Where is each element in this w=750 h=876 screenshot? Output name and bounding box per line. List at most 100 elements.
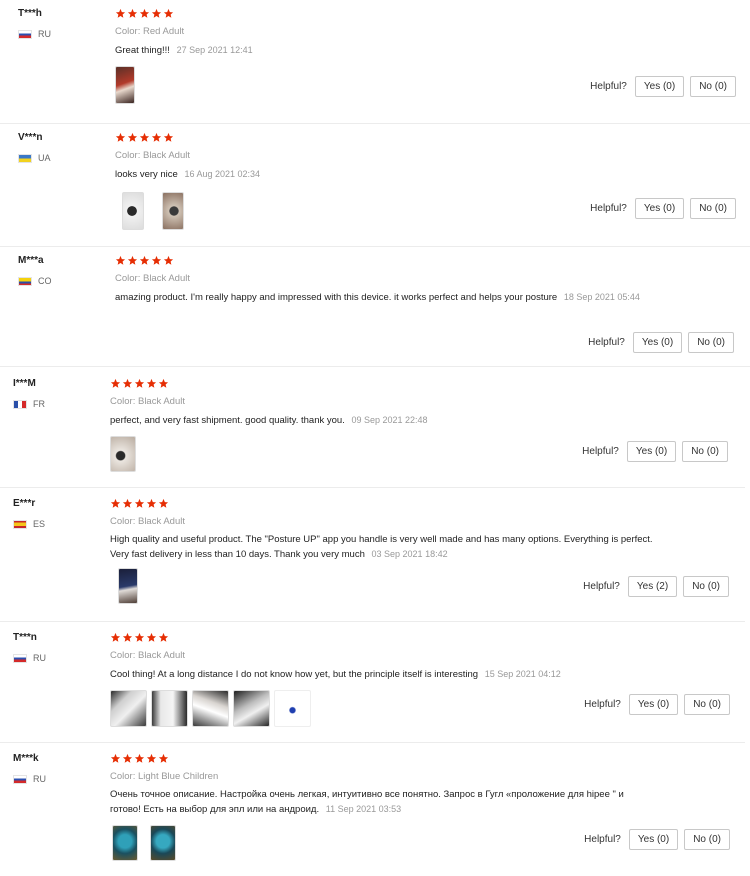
reviewer-country: ES (13, 519, 103, 529)
helpful-label: Helpful? (590, 203, 627, 214)
review-date: 03 Sep 2021 18:42 (371, 549, 448, 559)
country-code: FR (33, 399, 45, 409)
star-icon (163, 255, 174, 266)
helpful-no-button[interactable]: No (0) (690, 198, 736, 219)
star-icon (146, 378, 157, 389)
reviewer-country: CO (18, 276, 108, 286)
review-text: looks very nice (115, 169, 178, 180)
star-icon (134, 753, 145, 764)
star-icon (122, 378, 133, 389)
review-text: amazing product. I'm really happy and im… (115, 292, 558, 303)
star-icon (134, 498, 145, 509)
ukraine-flag-icon (18, 153, 32, 163)
helpful-no-button[interactable]: No (0) (684, 694, 730, 715)
review-text: Cool thing! At a long distance I do not … (110, 669, 479, 680)
reviewer-info: T***h RU (18, 8, 108, 39)
helpful-label: Helpful? (584, 834, 621, 845)
review-photo[interactable] (162, 192, 184, 230)
country-code: RU (33, 653, 46, 663)
reviewer-country: RU (13, 774, 103, 784)
star-icon (158, 498, 169, 509)
review-date: 18 Sep 2021 05:44 (563, 292, 640, 302)
star-icon (127, 255, 138, 266)
review-date: 27 Sep 2021 12:41 (176, 45, 253, 55)
review-photo[interactable] (110, 690, 147, 727)
country-code: RU (33, 774, 46, 784)
review-text-line: Cool thing! At a long distance I do not … (110, 667, 645, 682)
helpful-yes-button[interactable]: Yes (0) (632, 332, 683, 353)
review-text: Great thing!!! (115, 45, 170, 56)
review-photo[interactable] (112, 825, 138, 861)
review-photo[interactable] (118, 568, 138, 604)
review-photos (112, 825, 645, 861)
star-icon (110, 498, 121, 509)
reviewer-name: M***a (18, 255, 44, 266)
reviewer-name: V***n (18, 132, 43, 143)
review-photo[interactable] (115, 66, 135, 104)
reviewer-info: V***n UA (18, 132, 108, 163)
reviewer-country: UA (18, 153, 108, 163)
product-color: Color: Black Adult (115, 150, 190, 161)
star-icon (127, 132, 138, 143)
review-photo[interactable] (233, 690, 270, 727)
colombia-flag-icon (18, 276, 32, 286)
review-date: 09 Sep 2021 22:48 (351, 415, 428, 425)
helpful-vote: Helpful? Yes (0) No (0) (584, 829, 730, 850)
review-photo[interactable] (150, 825, 176, 861)
star-rating (115, 132, 650, 144)
star-icon (122, 498, 133, 509)
star-icon (151, 8, 162, 19)
star-icon (139, 255, 150, 266)
review-text-line: perfect, and very fast shipment. good qu… (110, 413, 645, 428)
helpful-vote: Helpful? Yes (0) No (0) (582, 441, 728, 462)
star-icon (139, 132, 150, 143)
star-icon (151, 132, 162, 143)
helpful-yes-button[interactable]: Yes (0) (628, 829, 679, 850)
product-color: Color: Black Adult (110, 396, 185, 407)
helpful-no-button[interactable]: No (0) (684, 829, 730, 850)
review-photo[interactable] (151, 690, 188, 727)
spain-flag-icon (13, 519, 27, 529)
helpful-vote: Helpful? Yes (0) No (0) (588, 332, 734, 353)
helpful-no-button[interactable]: No (0) (688, 332, 734, 353)
review-photo[interactable] (274, 690, 311, 727)
helpful-yes-button[interactable]: Yes (2) (627, 576, 678, 597)
helpful-yes-button[interactable]: Yes (0) (634, 76, 685, 97)
review-body: Color: Black Adult looks very nice 16 Au… (115, 132, 650, 230)
product-color: Color: Black Adult (110, 650, 185, 661)
review-body: Color: Black Adult Cool thing! At a long… (110, 632, 645, 727)
helpful-no-button[interactable]: No (0) (682, 441, 728, 462)
star-icon (127, 8, 138, 19)
star-icon (158, 753, 169, 764)
star-icon (134, 632, 145, 643)
country-code: RU (38, 29, 51, 39)
review-photo[interactable] (192, 690, 229, 727)
helpful-yes-button[interactable]: Yes (0) (634, 198, 685, 219)
france-flag-icon (13, 399, 27, 409)
review-text: perfect, and very fast shipment. good qu… (110, 415, 345, 426)
star-icon (110, 753, 121, 764)
reviewer-country: FR (13, 399, 103, 409)
reviewer-info: M***a CO (18, 255, 108, 286)
helpful-no-button[interactable]: No (0) (683, 576, 729, 597)
country-code: UA (38, 153, 51, 163)
helpful-yes-button[interactable]: Yes (0) (626, 441, 677, 462)
star-icon (151, 255, 162, 266)
product-color: Color: Black Adult (110, 516, 185, 527)
review-item: E***r ES Color: Black Adult High quality… (0, 490, 745, 622)
helpful-yes-button[interactable]: Yes (0) (628, 694, 679, 715)
star-icon (158, 632, 169, 643)
reviewer-name: T***n (13, 632, 37, 643)
star-icon (134, 378, 145, 389)
review-photo[interactable] (122, 192, 144, 230)
russia-flag-icon (13, 653, 27, 663)
country-code: ES (33, 519, 46, 529)
star-icon (115, 8, 126, 19)
review-photo[interactable] (110, 436, 136, 472)
star-icon (110, 632, 121, 643)
star-icon (122, 632, 133, 643)
review-date: 11 Sep 2021 03:53 (325, 804, 402, 814)
helpful-no-button[interactable]: No (0) (690, 76, 736, 97)
star-icon (158, 378, 169, 389)
star-icon (163, 132, 174, 143)
